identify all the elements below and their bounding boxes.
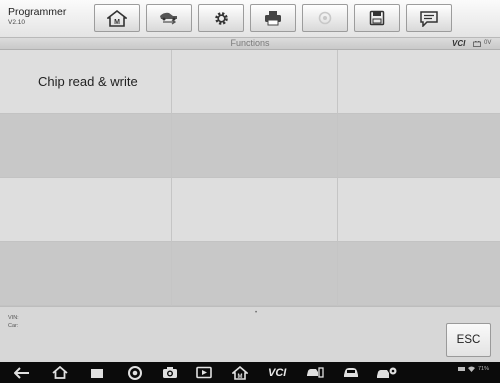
- function-tile-empty: [0, 178, 172, 242]
- car-label: Car:: [8, 323, 19, 329]
- car-diagnostic-icon: [307, 367, 324, 378]
- functions-grid: Chip read & write: [0, 50, 500, 306]
- car-settings-icon: [377, 367, 397, 378]
- car-settings-button[interactable]: [376, 365, 398, 380]
- printer-icon: [265, 11, 281, 26]
- recent-apps-icon: [91, 368, 103, 378]
- vci-icon: VCI: [268, 366, 287, 379]
- battery-voltage: 0V: [473, 38, 491, 49]
- vin-label: VIN:: [8, 315, 19, 321]
- function-tile-empty: [172, 178, 338, 242]
- section-title: Functions: [230, 38, 270, 48]
- car-icon: [344, 368, 358, 377]
- function-tile-empty: [172, 114, 338, 178]
- floppy-disk-icon: [369, 10, 385, 26]
- function-tile-empty: [172, 50, 338, 114]
- battery-level: 71%: [478, 366, 490, 372]
- recent-apps-button[interactable]: [90, 365, 104, 380]
- help-button[interactable]: [302, 4, 348, 32]
- page-indicator-dot: •: [255, 310, 258, 316]
- data-logging-button[interactable]: [406, 4, 452, 32]
- help-icon: [318, 11, 332, 25]
- screen-record-icon: [196, 366, 212, 379]
- back-icon: [14, 366, 29, 379]
- function-tile-empty: [338, 178, 500, 242]
- home-icon: [52, 366, 68, 379]
- esc-button[interactable]: ESC: [446, 323, 491, 357]
- settings-button[interactable]: [198, 4, 244, 32]
- camera-button[interactable]: [162, 365, 178, 380]
- function-tile-chip-read-write[interactable]: Chip read & write: [0, 50, 172, 114]
- vehicle-swap-button[interactable]: [146, 4, 192, 32]
- app-title: Programmer V2.10: [8, 7, 66, 26]
- gear-icon: [214, 11, 228, 25]
- save-button[interactable]: [354, 4, 400, 32]
- print-button[interactable]: [250, 4, 296, 32]
- vci-status: VCI: [452, 39, 466, 48]
- status-bar: Functions VCI 0V: [0, 38, 500, 50]
- camera-icon: [163, 367, 177, 378]
- app-name: Programmer: [8, 6, 67, 18]
- back-button[interactable]: [14, 365, 30, 380]
- vci-button[interactable]: VCI: [268, 365, 286, 380]
- battery-icon: [473, 40, 481, 47]
- maxisys-home-button[interactable]: M: [232, 365, 248, 380]
- function-tile-empty: [172, 242, 338, 306]
- function-tile-empty: [338, 114, 500, 178]
- vehicle-swap-icon: [160, 12, 177, 25]
- home-button[interactable]: M: [94, 4, 140, 32]
- nav-home-button[interactable]: [52, 365, 68, 380]
- system-status-area: 71%: [458, 366, 489, 372]
- vehicle-info-panel: VIN: Car: • ESC: [0, 306, 500, 363]
- notification-icon: [458, 367, 465, 371]
- car-diagnostic-button[interactable]: [306, 365, 324, 380]
- function-tile-empty: [0, 242, 172, 306]
- wifi-icon: [468, 366, 475, 372]
- svg-text:M: M: [114, 19, 120, 26]
- maxisys-home-icon: M: [232, 365, 248, 380]
- browser-button[interactable]: [128, 365, 142, 380]
- top-toolbar: Programmer V2.10 M: [0, 0, 500, 38]
- svg-text:M: M: [238, 374, 243, 380]
- app-version: V2.10: [8, 18, 25, 26]
- function-tile-empty: [338, 242, 500, 306]
- car-button[interactable]: [342, 365, 360, 380]
- function-tile-empty: [338, 50, 500, 114]
- function-label: Chip read & write: [38, 74, 138, 89]
- chrome-icon: [128, 365, 142, 380]
- system-navigation-bar: M VCI 71%: [0, 362, 500, 383]
- voltage-value: 0V: [484, 40, 492, 46]
- home-icon: M: [107, 9, 127, 27]
- chat-bubble-icon: [420, 10, 438, 27]
- function-tile-empty: [0, 114, 172, 178]
- screen-record-button[interactable]: [196, 365, 212, 380]
